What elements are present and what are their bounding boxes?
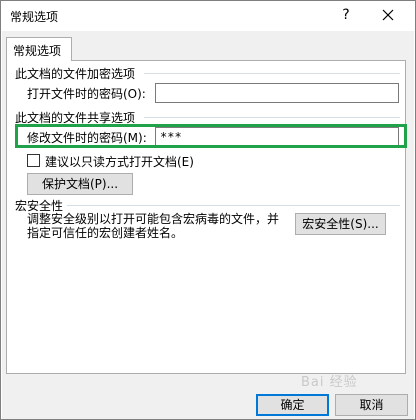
ok-button[interactable]: 确定: [256, 394, 329, 416]
readonly-checkbox[interactable]: [27, 154, 40, 167]
dialog-body: 常规选项 此文档的文件加密选项 打开文件时的密码(O): 此文档的文件共享选项 …: [2, 31, 414, 419]
window-title: 常规选项: [10, 10, 59, 24]
general-options-dialog: 常规选项 ? 常规选项 此文档的文件加密选项 打开文件时的密码(O): 此文档的…: [0, 0, 416, 420]
title-bar: 常规选项 ?: [1, 1, 415, 31]
encrypt-group-divider: [144, 73, 400, 74]
macro-description-line2: 指定可信任的宏创建者姓名。: [27, 226, 184, 240]
macro-security-button[interactable]: 宏安全性(S)...: [295, 213, 386, 235]
close-button[interactable]: [377, 4, 399, 26]
share-group-divider: [144, 117, 400, 118]
watermark-text: Bai 经验: [301, 375, 358, 390]
open-password-label: 打开文件时的密码(O):: [27, 87, 146, 101]
tab-label: 常规选项: [13, 44, 62, 58]
macro-group-divider: [67, 205, 400, 206]
tab-general-options[interactable]: 常规选项: [6, 37, 72, 61]
macro-description-line1: 调整安全级别以打开可能包含宏病毒的文件，并: [27, 212, 280, 226]
open-password-input[interactable]: [155, 83, 399, 103]
cancel-button[interactable]: 取消: [335, 394, 408, 416]
help-button[interactable]: ?: [336, 4, 356, 26]
protect-document-button[interactable]: 保护文档(P)...: [27, 173, 133, 195]
encrypt-group-title: 此文档的文件加密选项: [15, 67, 136, 81]
highlight-box: [15, 124, 407, 148]
readonly-label: 建议以只读方式打开文档(E): [45, 155, 194, 169]
close-icon: [382, 9, 394, 21]
